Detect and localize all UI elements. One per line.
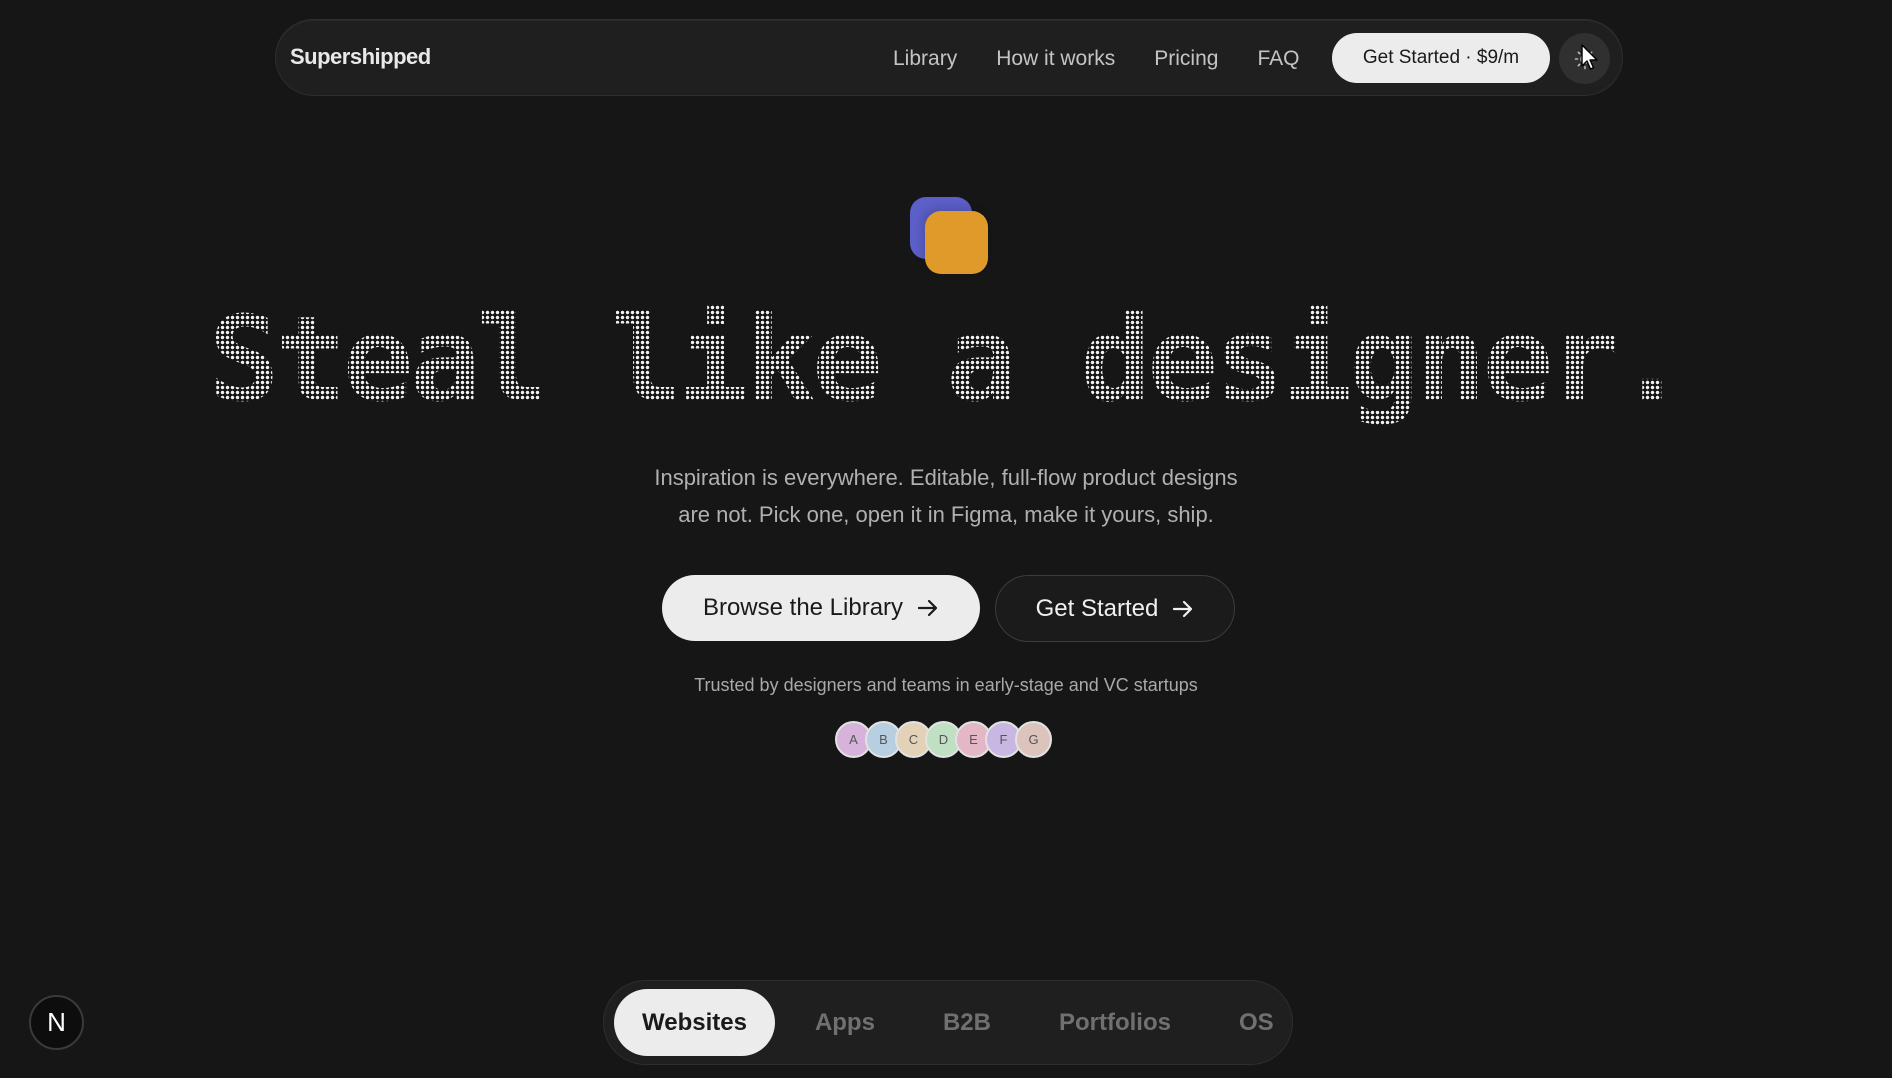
nav-link-how-it-works[interactable]: How it works — [996, 47, 1115, 71]
tab-websites[interactable]: Websites — [614, 989, 775, 1056]
mouse-cursor-icon — [1580, 44, 1600, 77]
nav-get-started-button[interactable]: Get Started · $9/m — [1332, 33, 1550, 83]
tab-b2b[interactable]: B2B — [915, 989, 1019, 1056]
tab-apps[interactable]: Apps — [787, 989, 903, 1056]
avatar: G — [1015, 721, 1052, 758]
nav-links: Library How it works Pricing FAQ — [893, 20, 1338, 97]
tab-os[interactable]: OS — [1211, 989, 1302, 1056]
hero-subtitle: Inspiration is everywhere. Editable, ful… — [0, 459, 1892, 533]
category-tabbar: Websites Apps B2B Portfolios OS — [603, 980, 1293, 1065]
hero-subtitle-line-1: Inspiration is everywhere. Editable, ful… — [654, 465, 1238, 490]
hero-buttons: Browse the Library Get Started — [662, 575, 1235, 642]
hero-headline: Steal like a designer. — [0, 300, 1892, 440]
nav-link-faq[interactable]: FAQ — [1257, 47, 1299, 71]
tab-portfolios[interactable]: Portfolios — [1031, 989, 1199, 1056]
brand-logo[interactable]: Supershipped — [290, 44, 431, 70]
nav-link-pricing[interactable]: Pricing — [1154, 47, 1218, 71]
nextjs-dev-badge-button[interactable]: N — [29, 995, 84, 1050]
top-navbar: Supershipped Library How it works Pricin… — [275, 19, 1623, 96]
avatar-stack: A B C D E F G — [835, 721, 1052, 758]
browse-library-label: Browse the Library — [702, 594, 904, 621]
hero-subtitle-line-2: are not. Pick one, open it in Figma, mak… — [678, 502, 1214, 527]
browse-library-button[interactable]: Browse the Library — [662, 575, 980, 641]
nav-link-library[interactable]: Library — [893, 47, 957, 71]
logo-front-square — [925, 211, 988, 274]
get-started-label: Get Started — [1035, 594, 1159, 622]
hero-logo-icon — [910, 197, 990, 275]
arrow-right-icon — [1172, 600, 1194, 618]
trusted-by-text: Trusted by designers and teams in early-… — [694, 675, 1198, 695]
arrow-right-icon — [917, 599, 939, 617]
get-started-button[interactable]: Get Started — [995, 575, 1235, 642]
